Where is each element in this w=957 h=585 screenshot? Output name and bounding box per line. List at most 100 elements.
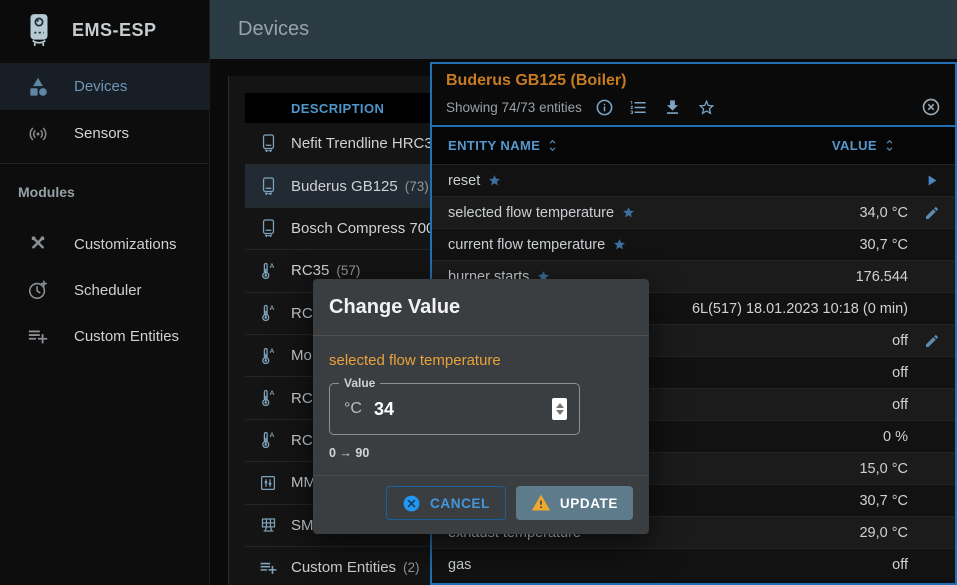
value-field-label: Value [339, 376, 380, 390]
device-label: Nefit Trendline HRC30 [291, 135, 441, 152]
sidebar: EMS-ESP Devices Senso [0, 0, 210, 585]
page-title: Devices [210, 0, 957, 59]
sidebar-item-label: Scheduler [74, 282, 142, 299]
entity-row[interactable]: selected flow temperature 34,0 °C [432, 196, 955, 228]
device-label: Bosch Compress 700 [291, 220, 434, 237]
brand-row: EMS-ESP [0, 0, 209, 60]
dialog-entity-name: selected flow temperature [329, 352, 633, 369]
sensors-icon [27, 123, 49, 145]
thermostat-icon: A [245, 346, 291, 366]
playlist-add-icon [245, 558, 291, 577]
sidebar-item-label: Sensors [74, 125, 129, 142]
main-nav: Devices Sensors [0, 63, 209, 157]
star-outline-icon[interactable] [697, 97, 717, 117]
favorite-star-icon [613, 238, 626, 251]
sidebar-item-customizations[interactable]: Customizations [0, 221, 209, 267]
info-icon[interactable] [595, 97, 615, 117]
ems-esp-app: EMS-ESP Devices Senso [0, 0, 957, 585]
sidebar-item-label: Customizations [74, 236, 177, 253]
thermostat-icon: A [245, 303, 291, 323]
entity-panel-toolbar: Showing 74/73 entities [446, 97, 943, 117]
sort-icon [545, 138, 560, 153]
thermostat-icon: A [245, 388, 291, 408]
svg-text:A: A [270, 390, 275, 397]
sort-icon [882, 138, 897, 153]
svg-text:A: A [270, 305, 275, 312]
sidebar-item-label: Custom Entities [74, 328, 179, 345]
mixer-icon [245, 474, 291, 492]
list-numbered-icon[interactable] [629, 97, 649, 117]
topbar: Devices [210, 0, 957, 59]
modules-section-label: Modules [18, 184, 209, 200]
dialog-body: selected flow temperature Value °C 0 → 9… [313, 336, 649, 475]
brand-name: EMS-ESP [72, 20, 157, 41]
device-label: Buderus GB125 [291, 178, 398, 195]
boiler-icon [245, 218, 291, 239]
device-label: RC35 [291, 262, 329, 279]
update-button-label: UPDATE [560, 496, 618, 511]
sidebar-item-scheduler[interactable]: Scheduler [0, 267, 209, 313]
drilldown-arrow-icon[interactable] [923, 172, 940, 189]
entity-value: 34,0 °C [635, 205, 908, 221]
entity-panel-title: Buderus GB125 (Boiler) [446, 72, 943, 90]
value-input[interactable] [374, 399, 434, 420]
device-entity-count: (2) [403, 560, 420, 575]
device-label: Mo [291, 347, 312, 364]
warning-icon [531, 493, 551, 513]
entity-name: gas [448, 557, 471, 573]
solar-icon [245, 516, 291, 534]
boiler-icon [245, 176, 291, 197]
cancel-button[interactable]: CANCEL [386, 486, 506, 520]
svg-text:A: A [270, 432, 275, 439]
dialog-title: Change Value [313, 279, 649, 336]
entity-row[interactable]: gas off [432, 548, 955, 580]
entity-name-header-label: ENTITY NAME [448, 138, 540, 153]
unit-label: °C [344, 400, 362, 418]
value-header-label: VALUE [832, 138, 877, 153]
scheduler-clock-icon [27, 279, 49, 301]
favorite-star-icon [622, 206, 635, 219]
sidebar-item-sensors[interactable]: Sensors [0, 110, 209, 157]
device-entity-count: (73) [405, 179, 429, 194]
sidebar-item-custom-entities[interactable]: Custom Entities [0, 313, 209, 359]
cancel-circle-icon [402, 494, 421, 513]
svg-text:A: A [270, 348, 275, 355]
entity-name: reset [448, 173, 480, 189]
change-value-dialog: Change Value selected flow temperature V… [313, 279, 649, 534]
entity-count-text: Showing 74/73 entities [446, 100, 582, 115]
boiler-logo-icon [22, 11, 56, 49]
close-icon[interactable] [921, 97, 941, 117]
sidebar-item-devices[interactable]: Devices [0, 63, 209, 110]
entity-name: current flow temperature [448, 237, 605, 253]
value-column-header[interactable]: VALUE [832, 138, 897, 153]
edit-pencil-icon[interactable] [924, 333, 940, 349]
favorite-star-icon [488, 174, 501, 187]
update-button[interactable]: UPDATE [516, 486, 633, 520]
playlist-add-icon [27, 325, 49, 347]
sidebar-divider [0, 163, 209, 164]
number-spinner[interactable] [552, 398, 567, 420]
entity-name-column-header[interactable]: ENTITY NAME [448, 138, 560, 153]
tools-icon [27, 233, 49, 255]
description-column-header: DESCRIPTION [291, 101, 384, 116]
device-label: SM [291, 517, 314, 534]
value-field: Value °C [329, 383, 580, 435]
thermostat-icon: A [245, 261, 291, 281]
entity-name: selected flow temperature [448, 205, 614, 221]
sidebar-item-label: Devices [74, 78, 127, 95]
device-label: Custom Entities [291, 559, 396, 576]
entity-row[interactable]: current flow temperature 30,7 °C [432, 228, 955, 260]
edit-pencil-icon[interactable] [924, 205, 940, 221]
entity-value: 30,7 °C [626, 237, 908, 253]
entity-row[interactable]: reset [432, 164, 955, 196]
dialog-actions: CANCEL UPDATE [313, 475, 649, 534]
download-icon[interactable] [663, 97, 683, 117]
thermostat-icon: A [245, 430, 291, 450]
svg-text:A: A [270, 263, 275, 270]
value-range-hint: 0 → 90 [329, 446, 633, 460]
entity-value: off [471, 557, 908, 573]
device-entity-count: (57) [336, 263, 360, 278]
category-icon [27, 76, 49, 98]
cancel-button-label: CANCEL [430, 496, 490, 511]
entity-panel-header: Buderus GB125 (Boiler) Showing 74/73 ent… [432, 64, 955, 125]
